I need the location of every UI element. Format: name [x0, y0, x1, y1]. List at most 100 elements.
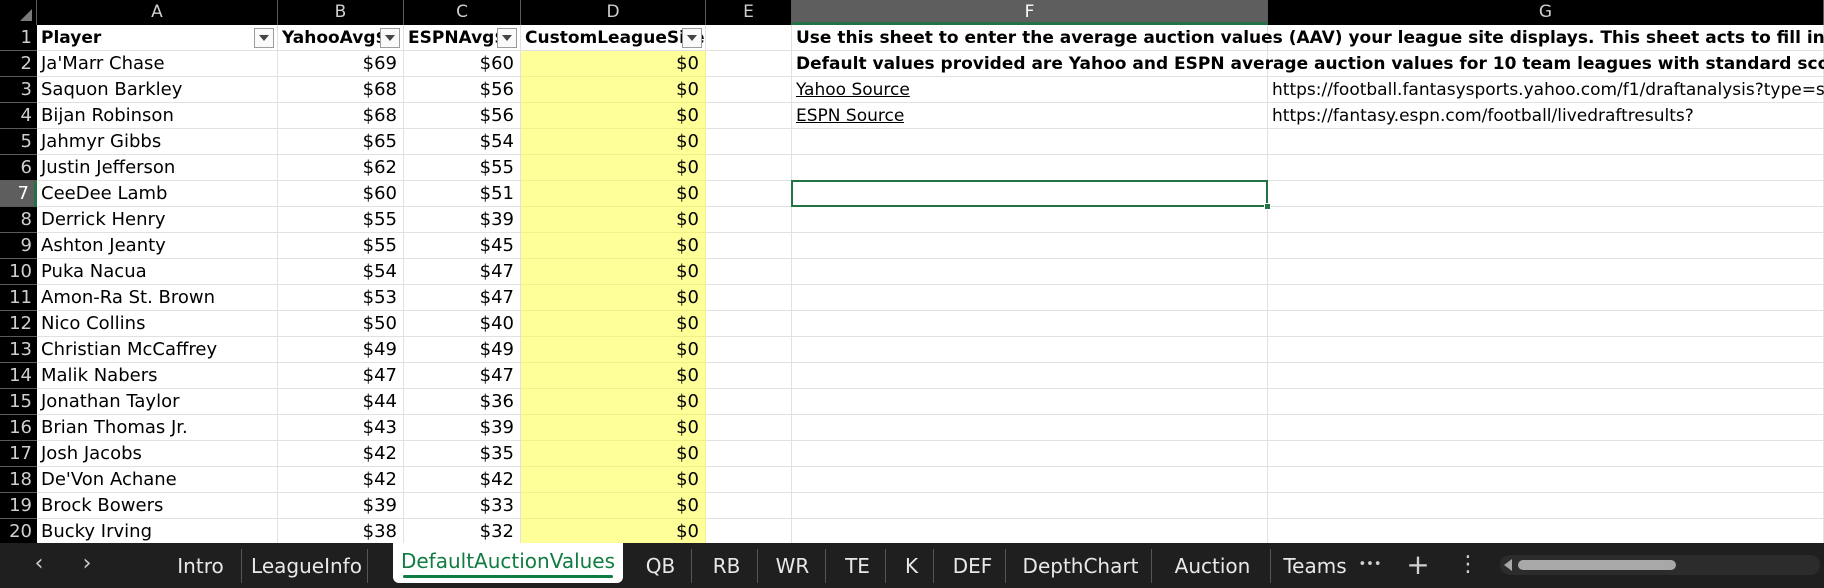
empty-cell[interactable] — [1268, 389, 1824, 415]
empty-cell[interactable] — [1268, 441, 1824, 467]
row-header[interactable]: 18 — [0, 467, 37, 493]
custom-value-cell[interactable]: $0 — [521, 285, 706, 311]
empty-cell[interactable] — [1268, 259, 1824, 285]
empty-cell[interactable] — [1268, 363, 1824, 389]
empty-cell[interactable] — [792, 493, 1268, 519]
scroll-tabs-right-icon[interactable]: › — [72, 551, 102, 579]
player-name-cell[interactable]: Jonathan Taylor — [37, 389, 278, 415]
espn-value-cell[interactable]: $47 — [404, 285, 521, 311]
empty-cell[interactable] — [792, 259, 1268, 285]
custom-value-cell[interactable]: $0 — [521, 493, 706, 519]
custom-value-cell[interactable]: $0 — [521, 207, 706, 233]
sheet-tab-auction[interactable]: Auction — [1155, 549, 1271, 583]
sheet-tab-intro[interactable]: Intro — [160, 549, 242, 583]
custom-value-cell[interactable]: $0 — [521, 51, 706, 77]
empty-cell[interactable] — [706, 389, 792, 415]
empty-cell[interactable] — [792, 519, 1268, 543]
player-name-cell[interactable]: Nico Collins — [37, 311, 278, 337]
active-cell-f7[interactable] — [791, 180, 1268, 207]
custom-value-cell[interactable]: $0 — [521, 181, 706, 207]
player-name-cell[interactable]: Derrick Henry — [37, 207, 278, 233]
yahoo-source-link[interactable]: Yahoo Source — [796, 77, 910, 103]
player-name-cell[interactable]: Justin Jefferson — [37, 155, 278, 181]
row-header[interactable]: 8 — [0, 207, 37, 233]
sheet-tab-teams[interactable]: Teams — [1275, 549, 1355, 583]
player-name-cell[interactable]: Ashton Jeanty — [37, 233, 278, 259]
row-header[interactable]: 11 — [0, 285, 37, 311]
player-name-cell[interactable]: Bucky Irving — [37, 519, 278, 543]
empty-cell[interactable] — [706, 441, 792, 467]
espn-value-cell[interactable]: $56 — [404, 77, 521, 103]
sheet-options-icon[interactable]: ⋮ — [1456, 551, 1480, 579]
row-header[interactable]: 7 — [0, 181, 37, 207]
player-name-cell[interactable]: Puka Nacua — [37, 259, 278, 285]
sheet-tab-rb[interactable]: RB — [696, 549, 758, 583]
espn-source-link[interactable]: ESPN Source — [796, 103, 904, 129]
custom-value-cell[interactable]: $0 — [521, 155, 706, 181]
sheet-tab-defaultauctionvalues[interactable]: DefaultAuctionValues — [393, 543, 623, 583]
empty-cell[interactable] — [706, 181, 792, 207]
player-name-cell[interactable]: De'Von Achane — [37, 467, 278, 493]
yahoo-value-cell[interactable]: $54 — [278, 259, 404, 285]
fill-handle[interactable] — [1264, 203, 1271, 210]
empty-cell[interactable] — [1268, 155, 1824, 181]
empty-cell[interactable] — [792, 415, 1268, 441]
yahoo-value-cell[interactable]: $39 — [278, 493, 404, 519]
yahoo-value-cell[interactable]: $50 — [278, 311, 404, 337]
scroll-left-arrow-icon[interactable] — [1504, 559, 1512, 571]
empty-cell[interactable] — [1268, 493, 1824, 519]
player-name-cell[interactable]: Brian Thomas Jr. — [37, 415, 278, 441]
row-header[interactable]: 6 — [0, 155, 37, 181]
column-header-e[interactable]: E — [706, 0, 792, 25]
empty-cell[interactable] — [706, 519, 792, 543]
column-header-b[interactable]: B — [278, 0, 404, 25]
player-name-cell[interactable]: Ja'Marr Chase — [37, 51, 278, 77]
row-header[interactable]: 20 — [0, 519, 37, 545]
custom-value-cell[interactable]: $0 — [521, 415, 706, 441]
yahoo-value-cell[interactable]: $43 — [278, 415, 404, 441]
yahoo-value-cell[interactable]: $47 — [278, 363, 404, 389]
scroll-tabs-left-icon[interactable]: ‹ — [24, 551, 54, 579]
yahoo-value-cell[interactable]: $68 — [278, 103, 404, 129]
yahoo-value-cell[interactable]: $68 — [278, 77, 404, 103]
espn-value-cell[interactable]: $39 — [404, 207, 521, 233]
espn-value-cell[interactable]: $47 — [404, 259, 521, 285]
empty-cell[interactable] — [1268, 181, 1824, 207]
empty-cell[interactable] — [1268, 519, 1824, 543]
row-header[interactable]: 16 — [0, 415, 37, 441]
scrollbar-thumb[interactable] — [1518, 560, 1676, 570]
column-header-a[interactable]: A — [37, 0, 278, 25]
sheet-tab-def[interactable]: DEF — [940, 549, 1006, 583]
row-header[interactable]: 2 — [0, 51, 37, 77]
row-header[interactable]: 3 — [0, 77, 37, 103]
empty-cell[interactable] — [792, 129, 1268, 155]
yahoo-value-cell[interactable]: $55 — [278, 207, 404, 233]
filter-dropdown-icon[interactable] — [682, 28, 702, 48]
yahoo-value-cell[interactable]: $62 — [278, 155, 404, 181]
custom-value-cell[interactable]: $0 — [521, 363, 706, 389]
custom-value-cell[interactable]: $0 — [521, 233, 706, 259]
yahoo-value-cell[interactable]: $55 — [278, 233, 404, 259]
empty-cell[interactable] — [706, 25, 792, 51]
horizontal-scrollbar[interactable] — [1500, 555, 1820, 575]
row-header[interactable]: 1 — [0, 25, 37, 51]
yahoo-value-cell[interactable]: $38 — [278, 519, 404, 543]
player-name-cell[interactable]: Amon-Ra St. Brown — [37, 285, 278, 311]
row-header[interactable]: 10 — [0, 259, 37, 285]
empty-cell[interactable] — [706, 155, 792, 181]
header-player-cell[interactable]: Player — [37, 25, 278, 51]
custom-value-cell[interactable]: $0 — [521, 337, 706, 363]
custom-value-cell[interactable]: $0 — [521, 259, 706, 285]
empty-cell[interactable] — [792, 363, 1268, 389]
empty-cell[interactable] — [792, 467, 1268, 493]
empty-cell[interactable] — [706, 103, 792, 129]
row-header[interactable]: 4 — [0, 103, 37, 129]
empty-cell[interactable] — [706, 129, 792, 155]
espn-value-cell[interactable]: $54 — [404, 129, 521, 155]
add-sheet-icon[interactable]: + — [1404, 551, 1432, 579]
empty-cell[interactable] — [706, 77, 792, 103]
custom-value-cell[interactable]: $0 — [521, 129, 706, 155]
row-header[interactable]: 5 — [0, 129, 37, 155]
sheet-tab-qb[interactable]: QB — [630, 549, 692, 583]
espn-value-cell[interactable]: $42 — [404, 467, 521, 493]
